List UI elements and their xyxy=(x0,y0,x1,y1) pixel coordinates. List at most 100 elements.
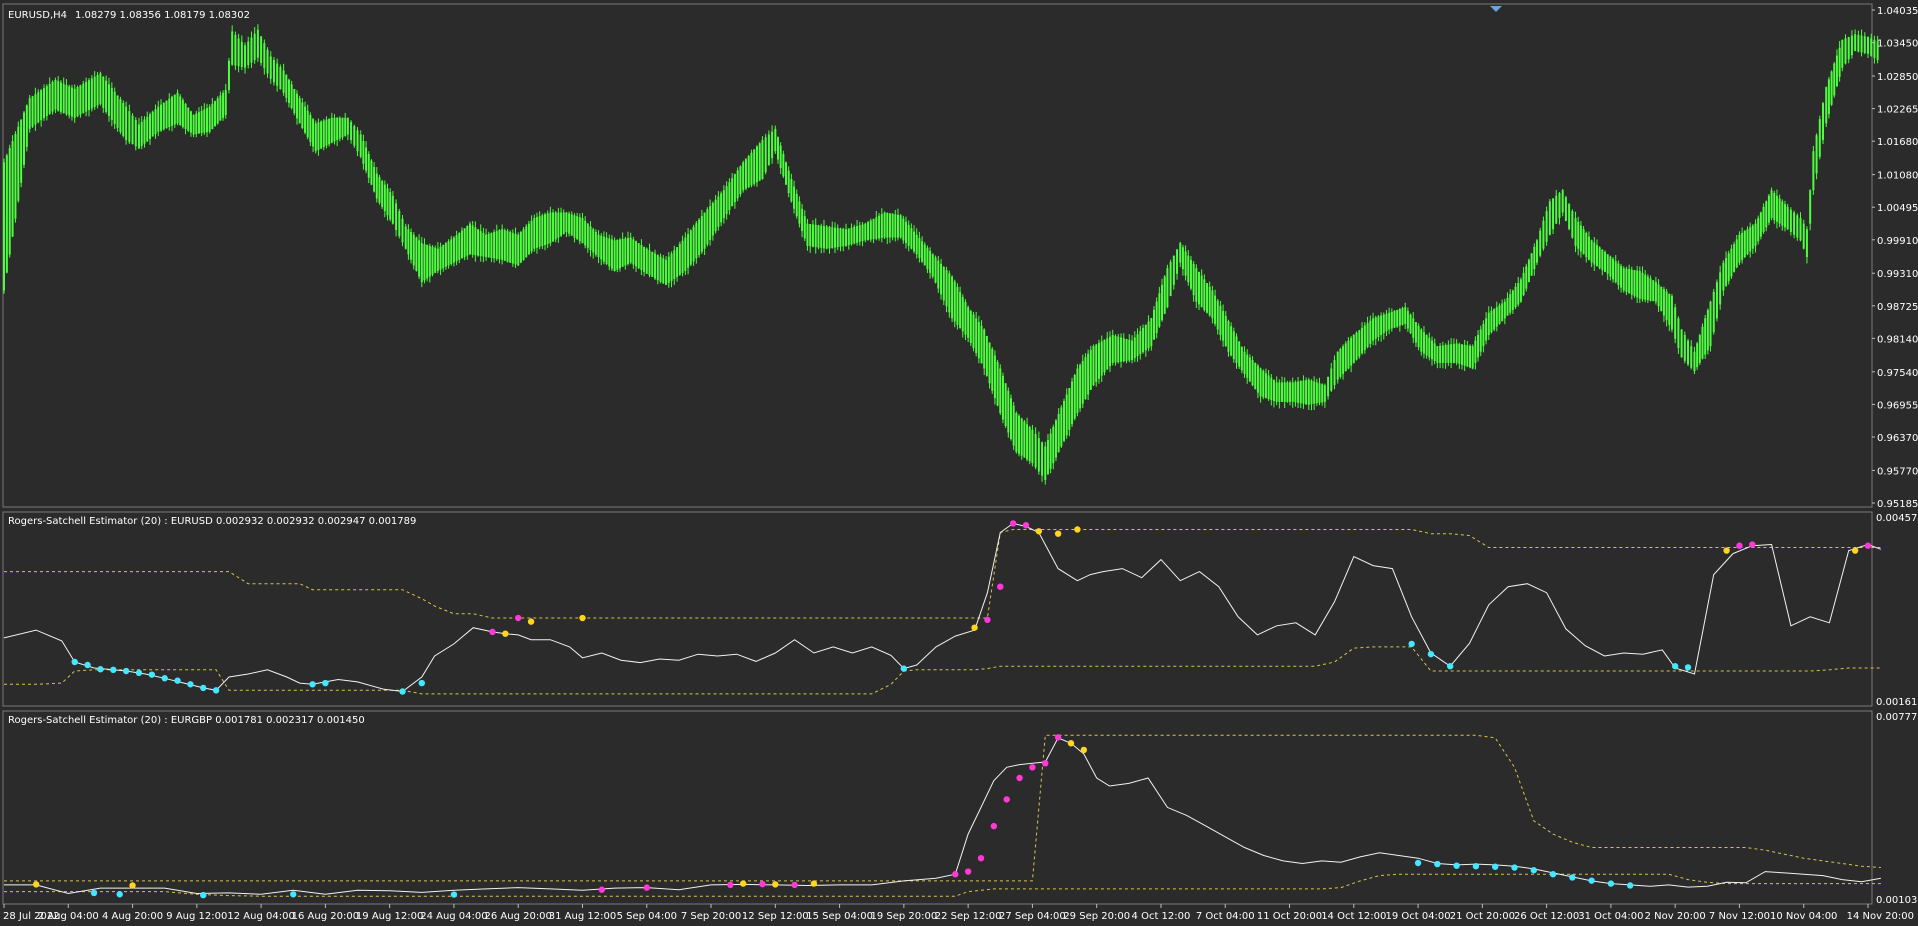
candle-body xyxy=(353,126,356,146)
candle-body xyxy=(1638,270,1641,299)
candle-body xyxy=(1517,283,1520,305)
candle-body xyxy=(1555,195,1558,224)
candle-body xyxy=(700,216,703,252)
candle-body xyxy=(1725,257,1728,286)
candle-body xyxy=(20,119,23,183)
candle-body xyxy=(1733,244,1736,272)
candle-body xyxy=(1633,270,1636,297)
signal-dot-high xyxy=(977,854,985,862)
candle-body xyxy=(336,117,339,141)
signal-dot-low xyxy=(187,681,194,688)
candle-body xyxy=(1818,119,1821,157)
candle-body xyxy=(839,228,842,247)
candle-body xyxy=(1485,318,1488,341)
candle-body xyxy=(847,228,850,246)
candle-body xyxy=(530,220,533,252)
candle-body xyxy=(1767,195,1770,223)
candle-body xyxy=(391,195,394,224)
candle-body xyxy=(1444,344,1447,363)
candle-body xyxy=(1240,346,1243,371)
time-axis-label: 5 Sep 04:00 xyxy=(617,911,677,922)
candle-body xyxy=(988,342,991,384)
candle-body xyxy=(1139,331,1142,355)
candle-body xyxy=(1352,335,1355,363)
signal-dot-low xyxy=(1588,877,1595,884)
candle-body xyxy=(151,111,154,137)
candle-body xyxy=(1012,405,1015,446)
candle-body xyxy=(362,141,365,164)
candle-body xyxy=(1318,383,1321,403)
candle-body xyxy=(1289,382,1292,402)
candle-body xyxy=(953,281,956,322)
candle-body xyxy=(1498,305,1501,324)
signal-dot-low xyxy=(1453,862,1460,869)
candle-body xyxy=(1206,283,1209,313)
candle-body xyxy=(356,130,359,152)
candle-body xyxy=(1511,290,1514,310)
candle-body xyxy=(1690,346,1693,368)
candle-body xyxy=(1751,225,1754,249)
price-axis-label: 0.97540 xyxy=(1877,368,1918,379)
candle-body xyxy=(1161,284,1164,321)
candle-body xyxy=(165,100,168,129)
candle-body xyxy=(744,159,747,189)
candle-body xyxy=(222,92,225,118)
signal-dot-high xyxy=(1009,520,1017,527)
candle-body xyxy=(1169,261,1172,297)
candle-body xyxy=(1396,309,1399,327)
candle-body xyxy=(1841,39,1844,68)
candle-body xyxy=(782,154,785,177)
candle-body xyxy=(1564,197,1567,221)
candle-body xyxy=(407,229,410,255)
signal-dot-low xyxy=(71,658,78,666)
signal-dot-high xyxy=(1042,760,1049,767)
trading-chart[interactable]: EURUSD,H4 1.08279 1.08356 1.08179 1.08302… xyxy=(0,0,1918,926)
candle-body xyxy=(1579,225,1582,252)
candle-body xyxy=(1601,249,1604,271)
candle-body xyxy=(477,229,480,256)
candle-body xyxy=(79,85,82,115)
candle-body xyxy=(1120,337,1123,362)
estimator-line xyxy=(3,522,1882,693)
candle-body xyxy=(1677,318,1680,349)
candle-body xyxy=(370,160,373,185)
candle-body xyxy=(420,243,423,283)
signal-dot-low xyxy=(1408,640,1415,648)
candle-body xyxy=(1509,294,1512,313)
signal-dot-low xyxy=(1626,882,1634,889)
candle-body xyxy=(1211,290,1214,319)
candle-body xyxy=(758,143,761,181)
estimator-line xyxy=(4,737,1881,895)
candle-body xyxy=(1330,368,1333,391)
candle-body xyxy=(1620,265,1623,288)
candle-body xyxy=(538,216,541,247)
candle-body xyxy=(1092,346,1095,386)
candle-body xyxy=(434,247,437,273)
candle-body xyxy=(1248,357,1251,382)
candle-body xyxy=(137,124,140,149)
candle-body xyxy=(618,239,621,269)
signal-dot-low xyxy=(174,677,181,684)
candle-body xyxy=(231,31,234,65)
candle-body xyxy=(991,348,994,391)
candle-body xyxy=(662,258,665,284)
candle-body xyxy=(921,241,924,262)
candle-body xyxy=(1125,339,1128,361)
candle-body xyxy=(1738,234,1741,263)
candle-body xyxy=(386,188,389,216)
candle-body xyxy=(140,121,143,147)
candle-body xyxy=(1323,385,1326,402)
candle-body xyxy=(1719,272,1722,305)
signal-dot-low xyxy=(450,891,458,898)
candle-body xyxy=(1227,321,1230,352)
candle-body xyxy=(1548,201,1551,235)
candle-body xyxy=(600,235,603,260)
candle-body xyxy=(594,231,597,255)
chart-shift-marker-icon[interactable] xyxy=(1490,6,1502,12)
candle-body xyxy=(1275,382,1278,402)
candle-body xyxy=(1385,313,1388,332)
candle-body xyxy=(659,256,662,282)
candle-body xyxy=(923,244,926,266)
candle-body xyxy=(1506,297,1509,316)
time-axis-label: 24 Aug 04:00 xyxy=(420,911,487,922)
